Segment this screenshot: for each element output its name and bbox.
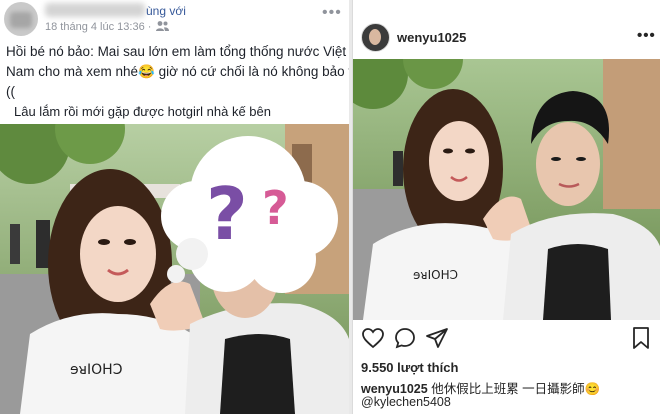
post-timestamp[interactable]: 18 tháng 4 lúc 13:36 · — [45, 21, 151, 33]
shirt-print: ɘᴚIOHƆ — [70, 362, 123, 378]
ig-mention-link[interactable]: @kylechen5408 — [361, 395, 451, 409]
ig-avatar[interactable] — [361, 23, 390, 52]
post-text-line: Hồi bé nó bảo: Mai sau lớn em làm tổng t… — [6, 44, 347, 59]
ig-caption-text: 他休假比上班累 一日攝影師😊 — [431, 382, 601, 396]
instagram-post: wenyu1025 ••• ɘᴚIOHƆ 9.550 lượt thích we… — [352, 0, 660, 414]
photo-caption: Lâu lắm rồi mới gặp được hotgirl nhà kế … — [14, 104, 271, 119]
post-text-line: Nam cho mà xem nhé😂 giờ nó cứ chối là nó… — [6, 64, 349, 79]
author-name-suffix: ùng với — [146, 4, 186, 18]
author-name-blurred[interactable] — [45, 3, 145, 17]
post-menu-icon[interactable]: ••• — [322, 4, 342, 22]
svg-text:?: ? — [262, 181, 289, 235]
author-avatar[interactable] — [4, 2, 38, 36]
share-icon[interactable] — [425, 326, 449, 350]
bookmark-icon[interactable] — [629, 326, 653, 350]
ig-caption-username[interactable]: wenyu1025 — [361, 382, 428, 396]
post-photo[interactable]: ɘᴚIOHƆ ? ? — [0, 124, 349, 414]
post-text: Hồi bé nó bảo: Mai sau lớn em làm tổng t… — [6, 42, 349, 102]
svg-text:?: ? — [206, 172, 248, 256]
ig-photo[interactable]: ɘᴚIOHƆ — [353, 59, 660, 320]
ig-photo-illustration: ɘᴚIOHƆ — [353, 59, 660, 320]
photo-illustration: ɘᴚIOHƆ ? ? — [0, 124, 349, 414]
shirt-print: ɘᴚIOHƆ — [413, 268, 458, 282]
ig-username[interactable]: wenyu1025 — [397, 30, 466, 45]
post-text-line: (( — [6, 84, 15, 99]
friends-icon[interactable] — [156, 20, 169, 32]
heart-icon[interactable] — [361, 326, 385, 350]
ig-menu-icon[interactable]: ••• — [637, 27, 656, 44]
comment-icon[interactable] — [393, 326, 417, 350]
ig-action-bar — [361, 326, 660, 352]
facebook-post: ùng với 18 tháng 4 lúc 13:36 · ••• Hồi b… — [0, 0, 349, 414]
ig-like-count[interactable]: 9.550 lượt thích — [361, 360, 458, 375]
